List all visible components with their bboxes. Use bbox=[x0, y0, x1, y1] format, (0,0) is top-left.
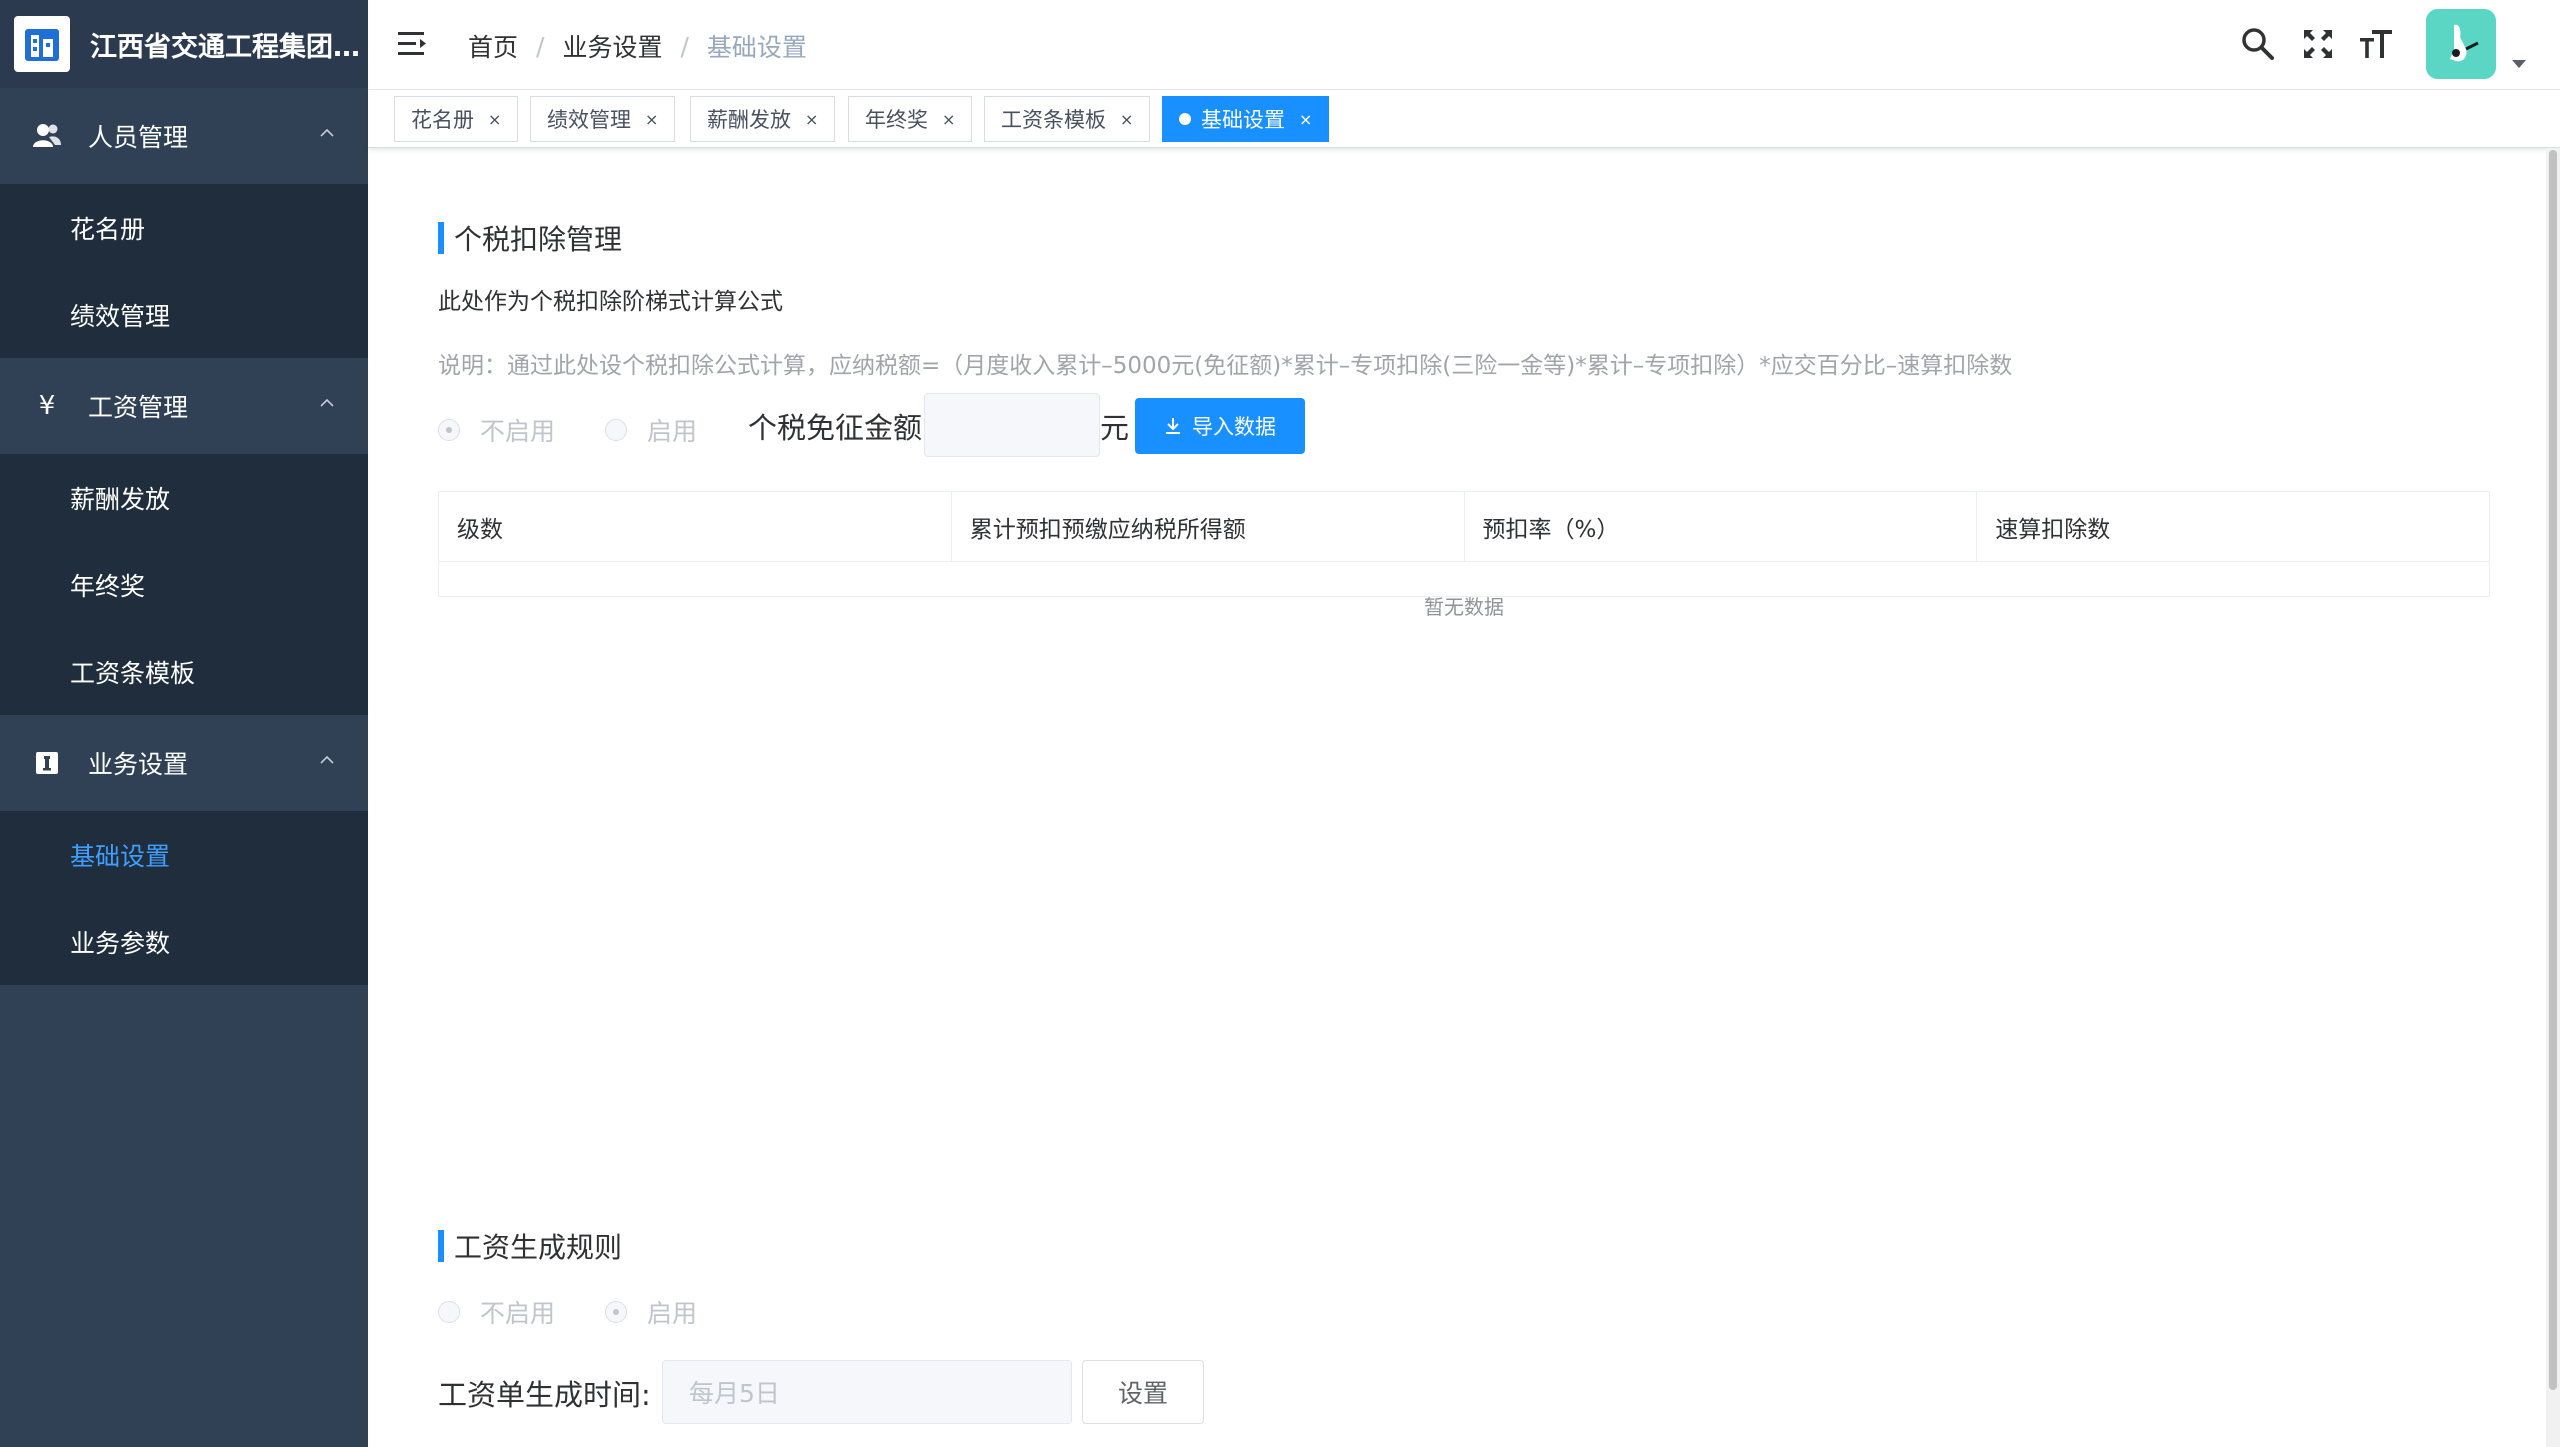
unit-label: 元 bbox=[1100, 411, 1130, 445]
radio-label: 不启用 bbox=[480, 417, 556, 446]
active-dot-icon bbox=[1179, 113, 1191, 125]
tag-year-end-bonus[interactable]: 年终奖 × bbox=[848, 96, 973, 142]
tag-basic-settings[interactable]: 基础设置 × bbox=[1162, 96, 1330, 142]
app-title: 江西省交通工程集团... bbox=[90, 31, 360, 63]
download-icon bbox=[1166, 418, 1180, 434]
menu-fold-icon[interactable] bbox=[398, 30, 428, 58]
sidebar-item-payroll[interactable]: 薪酬发放 bbox=[0, 454, 368, 541]
breadcrumb-separator: / bbox=[680, 31, 689, 61]
tag-label: 绩效管理 bbox=[547, 108, 631, 132]
title-accent-bar bbox=[438, 222, 444, 254]
import-data-button[interactable]: 导入数据 bbox=[1135, 398, 1305, 454]
avatar[interactable] bbox=[2426, 9, 2496, 79]
tags-view: 花名册 × 绩效管理 × 薪酬发放 × 年终奖 × 工资条模板 × 基础设置 × bbox=[368, 90, 2560, 148]
tag-label: 工资条模板 bbox=[1001, 108, 1106, 132]
menu-group-business-settings[interactable]: 业务设置 bbox=[0, 715, 368, 811]
tax-bracket-table: 级数 累计预扣预缴应纳税所得额 预扣率（%） 速算扣除数 暂无数据 bbox=[438, 491, 2490, 619]
salary-radio-enable[interactable]: 启用 bbox=[605, 1294, 697, 1330]
menu-group-personnel[interactable]: 人员管理 bbox=[0, 88, 368, 184]
sidebar-item-roster[interactable]: 花名册 bbox=[0, 184, 368, 271]
col-level: 级数 bbox=[439, 492, 952, 561]
sidebar: 江西省交通工程集团... 人员管理 花名册 绩效管理 ¥ 工资管理 薪酬发放 年… bbox=[0, 0, 368, 1447]
close-icon[interactable]: × bbox=[488, 110, 501, 129]
submenu-personnel: 花名册 绩效管理 bbox=[0, 184, 368, 358]
radio-circle[interactable] bbox=[605, 419, 627, 441]
vertical-scrollbar[interactable] bbox=[2546, 148, 2560, 1447]
title-accent-bar bbox=[438, 1230, 444, 1262]
formula-description: 说明：通过此处设个税扣除公式计算，应纳税额=（月度收入累计–5000元(免征额)… bbox=[438, 353, 2013, 379]
chevron-up-icon bbox=[320, 755, 334, 764]
exempt-amount-input[interactable] bbox=[924, 393, 1100, 457]
breadcrumb: 首页 / 业务设置 / 基础设置 bbox=[468, 28, 807, 64]
exempt-amount-label: 个税免征金额 bbox=[748, 411, 923, 445]
submenu-business-settings: 基础设置 业务参数 bbox=[0, 811, 368, 985]
tax-section-title: 个税扣除管理 bbox=[438, 218, 622, 258]
sidebar-item-performance[interactable]: 绩效管理 bbox=[0, 271, 368, 358]
table-empty-text: 暂无数据 bbox=[1424, 594, 1504, 619]
caret-down-icon[interactable] bbox=[2512, 60, 2526, 68]
fullscreen-icon[interactable] bbox=[2300, 26, 2336, 62]
search-icon[interactable] bbox=[2240, 26, 2276, 62]
logo-bar: 江西省交通工程集团... bbox=[0, 0, 368, 88]
close-icon[interactable]: × bbox=[1120, 110, 1133, 129]
tax-radio-disable[interactable]: 不启用 bbox=[438, 412, 555, 448]
payslip-time-input[interactable]: 每月5日 bbox=[662, 1360, 1072, 1424]
yen-icon: ¥ bbox=[38, 391, 56, 421]
menu-group-label: 人员管理 bbox=[88, 123, 189, 152]
tag-label: 基础设置 bbox=[1201, 108, 1285, 132]
chevron-up-icon bbox=[320, 398, 334, 407]
breadcrumb-business-settings[interactable]: 业务设置 bbox=[562, 28, 662, 64]
breadcrumb-separator: / bbox=[536, 31, 545, 61]
breadcrumb-home[interactable]: 首页 bbox=[468, 28, 518, 64]
radio-circle[interactable] bbox=[605, 1301, 627, 1323]
radio-label: 不启用 bbox=[480, 1299, 556, 1328]
section-title-text: 个税扣除管理 bbox=[454, 223, 623, 256]
tag-label: 年终奖 bbox=[865, 108, 928, 132]
set-button[interactable]: 设置 bbox=[1082, 1360, 1204, 1424]
salary-rule-section-title: 工资生成规则 bbox=[438, 1226, 622, 1266]
section-title-text: 工资生成规则 bbox=[454, 1231, 623, 1264]
sidebar-item-business-params[interactable]: 业务参数 bbox=[0, 898, 368, 985]
company-logo bbox=[14, 16, 70, 72]
close-icon[interactable]: × bbox=[942, 110, 955, 129]
sidebar-item-payslip-template[interactable]: 工资条模板 bbox=[0, 628, 368, 715]
close-icon[interactable]: × bbox=[1299, 110, 1312, 129]
tag-roster[interactable]: 花名册 × bbox=[394, 96, 519, 142]
close-icon[interactable]: × bbox=[645, 110, 658, 129]
tag-label: 薪酬发放 bbox=[707, 108, 791, 132]
breadcrumb-current: 基础设置 bbox=[706, 33, 807, 62]
chevron-up-icon bbox=[320, 128, 334, 137]
radio-label: 启用 bbox=[647, 1299, 698, 1328]
close-icon[interactable]: × bbox=[805, 110, 818, 129]
menu-group-label: 业务设置 bbox=[88, 750, 189, 779]
salary-radio-disable[interactable]: 不启用 bbox=[438, 1294, 555, 1330]
tax-radio-enable[interactable]: 启用 bbox=[605, 412, 697, 448]
submenu-salary: 薪酬发放 年终奖 工资条模板 bbox=[0, 454, 368, 715]
scrollbar-thumb[interactable] bbox=[2549, 150, 2557, 1390]
col-quick-deduction: 速算扣除数 bbox=[1995, 516, 2111, 543]
sidebar-item-year-end-bonus[interactable]: 年终奖 bbox=[0, 541, 368, 628]
font-size-icon[interactable] bbox=[2358, 26, 2394, 62]
table-header: 级数 累计预扣预缴应纳税所得额 预扣率（%） 速算扣除数 bbox=[439, 492, 2489, 562]
sidebar-item-basic-settings[interactable]: 基础设置 bbox=[0, 811, 368, 898]
button-label: 导入数据 bbox=[1192, 415, 1276, 439]
tag-label: 花名册 bbox=[411, 108, 474, 132]
radio-label: 启用 bbox=[647, 417, 698, 446]
menu-group-label: 工资管理 bbox=[88, 393, 189, 422]
user-group-icon bbox=[32, 121, 62, 151]
radio-circle[interactable] bbox=[438, 1301, 460, 1323]
payslip-time-label: 工资单生成时间: bbox=[438, 1378, 651, 1412]
col-taxable-income: 累计预扣预缴应纳税所得额 bbox=[952, 492, 1465, 561]
menu-group-salary[interactable]: ¥ 工资管理 bbox=[0, 358, 368, 454]
col-withholding-rate: 预扣率（%） bbox=[1465, 492, 1978, 561]
info-box-icon bbox=[32, 748, 62, 778]
tag-performance[interactable]: 绩效管理 × bbox=[530, 96, 676, 142]
main-content: 个税扣除管理 此处作为个税扣除阶梯式计算公式 说明：通过此处设个税扣除公式计算，… bbox=[368, 148, 2560, 1447]
tag-payroll[interactable]: 薪酬发放 × bbox=[690, 96, 836, 142]
radio-circle[interactable] bbox=[438, 419, 460, 441]
tag-payslip-template[interactable]: 工资条模板 × bbox=[984, 96, 1151, 142]
formula-title: 此处作为个税扣除阶梯式计算公式 bbox=[438, 289, 783, 315]
navbar: 首页 / 业务设置 / 基础设置 bbox=[368, 0, 2560, 90]
